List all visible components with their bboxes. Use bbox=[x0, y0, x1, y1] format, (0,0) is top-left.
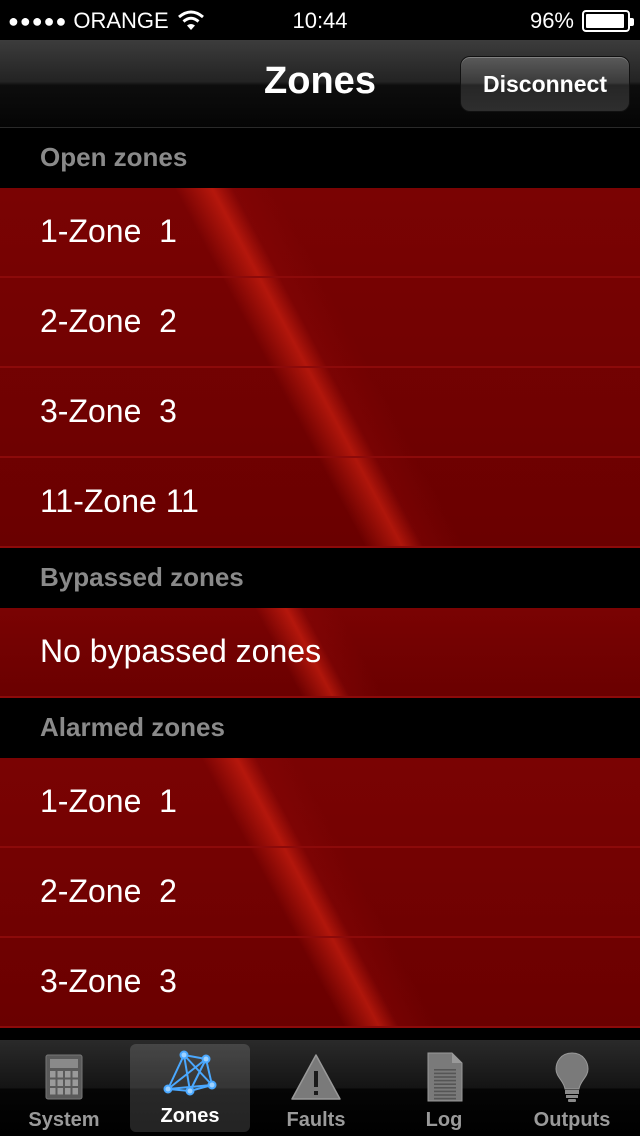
list-item[interactable]: 2-Zone 2 bbox=[0, 848, 640, 938]
tab-outputs[interactable]: Outputs bbox=[508, 1040, 636, 1136]
tab-label: Log bbox=[425, 1109, 463, 1131]
tab-label: System bbox=[28, 1109, 100, 1131]
section-rows: 1-Zone 1 2-Zone 2 3-Zone 3 11-Zone 11 bbox=[0, 188, 640, 548]
warning-icon bbox=[288, 1049, 344, 1105]
app-screen: ●●●●● ORANGE 10:44 96% Zones Disconnect … bbox=[0, 0, 640, 1136]
document-icon bbox=[416, 1049, 472, 1105]
list-item[interactable]: 3-Zone 3 bbox=[0, 938, 640, 1028]
lightbulb-icon bbox=[544, 1049, 600, 1105]
tab-label: Outputs bbox=[533, 1109, 611, 1131]
calculator-icon bbox=[36, 1049, 92, 1105]
list-item[interactable]: 1-Zone 1 bbox=[0, 758, 640, 848]
list-item[interactable]: 3-Zone 3 bbox=[0, 368, 640, 458]
section-header: Bypassed zones bbox=[0, 548, 640, 608]
navigation-bar: Zones Disconnect bbox=[0, 40, 640, 128]
section-header: Alarmed zones bbox=[0, 698, 640, 758]
status-bar: ●●●●● ORANGE 10:44 96% bbox=[0, 0, 640, 40]
tab-zones[interactable]: Zones bbox=[130, 1044, 250, 1132]
tab-system[interactable]: System bbox=[0, 1040, 128, 1136]
section-rows: No bypassed zones bbox=[0, 608, 640, 698]
tab-log[interactable]: Log bbox=[380, 1040, 508, 1136]
list-item[interactable]: 2-Zone 2 bbox=[0, 278, 640, 368]
zones-list[interactable]: Open zones 1-Zone 1 2-Zone 2 3-Zone 3 11-Zon… bbox=[0, 128, 640, 1040]
section-rows: 1-Zone 1 2-Zone 2 3-Zone 3 bbox=[0, 758, 640, 1028]
battery-fill bbox=[586, 14, 625, 28]
section-header: Open zones bbox=[0, 128, 640, 188]
list-item[interactable]: 11-Zone 11 bbox=[0, 458, 640, 548]
battery-percent: 96% bbox=[529, 8, 574, 33]
tab-bar: System Zones Faults Log Outputs bbox=[0, 1040, 640, 1136]
list-item[interactable]: No bypassed zones bbox=[0, 608, 640, 698]
tab-label: Faults bbox=[286, 1109, 346, 1131]
battery-icon bbox=[582, 10, 634, 32]
disconnect-button[interactable]: Disconnect bbox=[460, 56, 630, 112]
network-icon bbox=[162, 1045, 218, 1101]
status-right: 96% bbox=[529, 8, 634, 34]
tab-faults[interactable]: Faults bbox=[252, 1040, 380, 1136]
list-item[interactable]: 1-Zone 1 bbox=[0, 188, 640, 278]
tab-label: Zones bbox=[160, 1105, 220, 1127]
